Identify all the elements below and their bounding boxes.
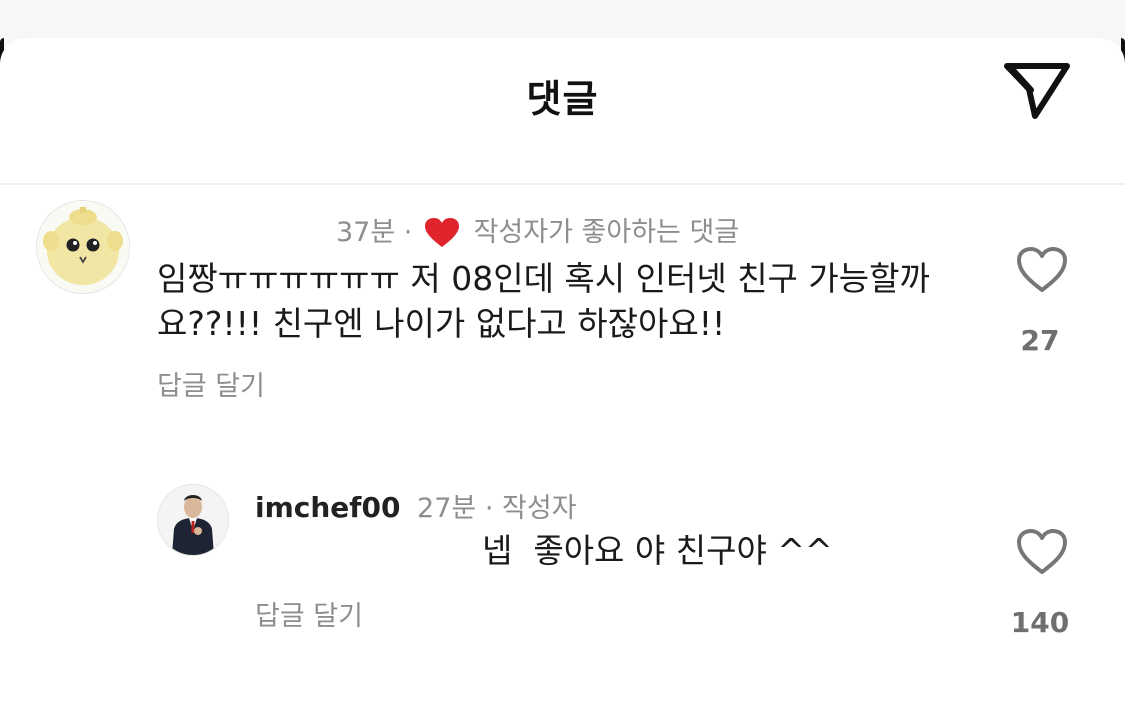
heart-outline-icon xyxy=(1017,529,1067,574)
like-button[interactable] xyxy=(1016,528,1068,576)
reply-text: 넵 좋아요 야 친구야 ^^ xyxy=(482,531,833,570)
reply-meta: imchef00 27분 · 작성자 xyxy=(255,486,577,525)
meta-separator: · xyxy=(403,217,413,248)
meta-separator: · xyxy=(484,493,494,524)
comments-header: 댓글 xyxy=(0,38,1125,185)
heart-icon xyxy=(424,218,459,255)
comment-text: 임짱ㅠㅠㅠㅠㅠㅠ 저 08인데 혹시 인터넷 친구 가능할까 요??!!! 친구… xyxy=(157,259,930,343)
like-count: 27 xyxy=(1020,324,1060,357)
comment-meta: 37분 · 작성자가 좋아하는 댓글 xyxy=(336,210,739,255)
reply-username[interactable]: imchef00 xyxy=(255,491,400,524)
avatar[interactable] xyxy=(36,200,130,294)
liked-by-author-label: 작성자가 좋아하는 댓글 xyxy=(473,217,740,248)
like-button[interactable] xyxy=(1016,246,1068,294)
heart-outline-icon xyxy=(1017,247,1067,292)
page-title: 댓글 xyxy=(526,77,599,121)
reply-button[interactable]: 답글 달기 xyxy=(157,364,265,403)
comment-time: 37분 xyxy=(336,217,396,248)
reply-button[interactable]: 답글 달기 xyxy=(255,594,363,633)
send-icon[interactable] xyxy=(1001,56,1073,122)
man-in-suit-avatar-icon xyxy=(158,485,228,555)
avatar[interactable] xyxy=(157,484,229,556)
like-count: 140 xyxy=(1010,606,1070,639)
author-badge: 작성자 xyxy=(502,493,577,524)
yellow-character-avatar-icon xyxy=(37,201,129,293)
comments-sheet: 댓글 37분 · 작성자가 좋아하는 댓글 임짱ㅠㅠㅠㅠㅠㅠ 저 08인데 혹시… xyxy=(0,38,1125,702)
reply-time: 27분 xyxy=(417,493,477,524)
